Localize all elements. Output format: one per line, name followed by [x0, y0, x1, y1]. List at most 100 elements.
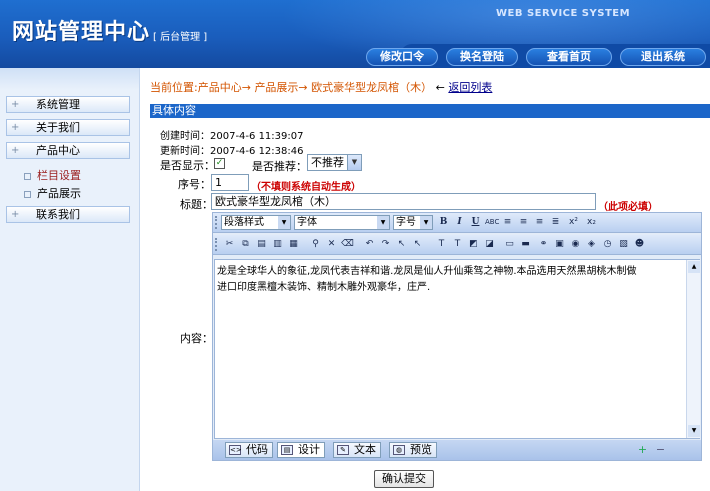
align-right-icon[interactable]: ≡: [533, 216, 546, 229]
paste-word-icon[interactable]: ▦: [287, 238, 300, 251]
copy-icon[interactable]: ⧉: [239, 238, 252, 251]
sidebar-subitem-showcase[interactable]: 产品展示: [24, 185, 81, 201]
content-label: 内容：: [180, 332, 213, 345]
service-label: WEB SERVICE SYSTEM: [496, 8, 631, 19]
delete-icon[interactable]: ✕: [325, 238, 338, 251]
align-justify-icon[interactable]: ≣: [549, 216, 562, 229]
sidebar-item-label: 系统管理: [36, 98, 80, 111]
globe-icon: ◍: [393, 445, 405, 455]
superscript-icon[interactable]: x²: [567, 216, 580, 229]
mode-text-tab[interactable]: ✎ 文本: [333, 442, 381, 458]
chevron-down-icon: ▼: [278, 216, 290, 229]
expand-icon: +: [11, 99, 20, 110]
editor-toolbar-1: 段落样式 ▼ 字体 ▼ 字号 ▼ B I U ABC ≡ ≡ ≡ ≣ x² x₂: [213, 213, 701, 233]
content-line: 进口印度黑檀木装饰、精制木雕外观豪华，庄严.: [217, 282, 431, 293]
scroll-down-icon[interactable]: ▼: [688, 425, 700, 437]
toolbar-grip-icon[interactable]: [215, 238, 218, 251]
site-title: 网站管理中心: [12, 20, 151, 45]
sidebar-header: [0, 68, 139, 90]
align-center-icon[interactable]: ≡: [517, 216, 530, 229]
header: 网站管理中心 [ 后台管理 ] WEB SERVICE SYSTEM 修改口令 …: [0, 0, 710, 68]
insert-clock-icon[interactable]: ◷: [601, 238, 614, 251]
editor-scrollbar[interactable]: ▲ ▼: [686, 260, 700, 438]
font-select[interactable]: 字体 ▼: [294, 215, 390, 230]
mode-design-tab[interactable]: ▤ 设计: [277, 442, 325, 458]
mode-code-tab[interactable]: <> 代码: [225, 442, 273, 458]
text-color-icon[interactable]: T: [435, 238, 448, 251]
expand-icon: +: [11, 122, 20, 133]
title-label: 标题：: [180, 198, 213, 211]
breadcrumb-step[interactable]: 欧式豪华型龙凤棺（木）: [311, 81, 432, 94]
insert-media-icon[interactable]: ◉: [569, 238, 582, 251]
recommend-label: 是否推荐：: [252, 160, 307, 173]
undo-icon[interactable]: ↶: [363, 238, 376, 251]
text-icon: ✎: [337, 445, 349, 455]
cut-icon[interactable]: ✂: [223, 238, 236, 251]
breadcrumb-step[interactable]: 产品展示→: [254, 81, 307, 94]
toolbar-grip-icon[interactable]: [215, 216, 218, 229]
left-arrow-icon: ←: [435, 81, 445, 94]
expand-icon: +: [11, 145, 20, 156]
top-navigation: 修改口令 换名登陆 查看首页 退出系统: [366, 48, 706, 66]
sidebar-item-label: 关于我们: [36, 121, 80, 134]
enlarge-icon[interactable]: +: [637, 444, 648, 455]
rich-text-editor: 段落样式 ▼ 字体 ▼ 字号 ▼ B I U ABC ≡ ≡ ≡ ≣ x² x₂ ✂ …: [212, 212, 702, 461]
redo-icon[interactable]: ↷: [379, 238, 392, 251]
insert-line-icon[interactable]: ▬: [519, 238, 532, 251]
sidebar-item-contact[interactable]: + 联系我们: [6, 206, 130, 223]
submit-button[interactable]: 确认提交: [374, 470, 434, 488]
title-hint: （此项必填）: [598, 202, 658, 213]
border-color-icon[interactable]: ◪: [483, 238, 496, 251]
code-icon: <>: [229, 445, 242, 455]
find-icon[interactable]: ⚲: [309, 238, 322, 251]
paste-icon[interactable]: ▤: [255, 238, 268, 251]
shrink-icon[interactable]: −: [655, 444, 666, 455]
editor-content-area[interactable]: 龙是全球华人的象征,龙凤代表吉祥和谐.龙凤是仙人升仙乘驾之神物.本品选用天然黑胡…: [214, 259, 700, 439]
unselect-icon[interactable]: ↖: [411, 238, 424, 251]
editor-mode-bar: <> 代码 ▤ 设计 ✎ 文本 ◍ 预览 + −: [213, 440, 701, 460]
eraser-icon[interactable]: ⌫: [341, 238, 354, 251]
switch-login-button[interactable]: 换名登陆: [446, 48, 518, 66]
breadcrumb: 当前位置:产品中心→ 产品展示→ 欧式豪华型龙凤棺（木） ← 返回列表: [150, 79, 492, 95]
insert-emoticon-icon[interactable]: ☻: [633, 238, 646, 251]
paragraph-style-select[interactable]: 段落样式 ▼: [221, 215, 291, 230]
back-to-list-link[interactable]: 返回列表: [448, 81, 492, 94]
italic-icon[interactable]: I: [453, 216, 466, 229]
subitem-box-icon: [24, 190, 31, 198]
fill-color-icon[interactable]: ◩: [467, 238, 480, 251]
recommend-select[interactable]: 不推荐 ▼: [307, 154, 362, 171]
change-password-button[interactable]: 修改口令: [366, 48, 438, 66]
show-checkbox[interactable]: ✓: [214, 158, 225, 169]
insert-link-icon[interactable]: ⚭: [537, 238, 550, 251]
bg-color-icon[interactable]: T: [451, 238, 464, 251]
sidebar-item-system[interactable]: + 系统管理: [6, 96, 130, 113]
order-input[interactable]: 1: [211, 174, 249, 191]
strikethrough-icon[interactable]: ABC: [485, 216, 499, 229]
paste-text-icon[interactable]: ▥: [271, 238, 284, 251]
sidebar-subitem-category[interactable]: 栏目设置: [24, 167, 81, 183]
sidebar-item-label: 产品中心: [36, 144, 80, 157]
bold-icon[interactable]: B: [437, 216, 450, 229]
sidebar-item-about[interactable]: + 关于我们: [6, 119, 130, 136]
logout-button[interactable]: 退出系统: [620, 48, 706, 66]
design-icon: ▤: [281, 445, 293, 455]
align-left-icon[interactable]: ≡: [501, 216, 514, 229]
insert-flash-icon[interactable]: ◈: [585, 238, 598, 251]
editor-toolbar-2: ✂ ⧉ ▤ ▥ ▦ ⚲ ✕ ⌫ ↶ ↷ ↖ ↖ T T ◩ ◪ ▭ ▬ ⚭ ▣ …: [213, 235, 701, 255]
select-all-icon[interactable]: ↖: [395, 238, 408, 251]
title-input[interactable]: 欧式豪华型龙凤棺（木）: [211, 193, 596, 210]
insert-image-icon[interactable]: ▣: [553, 238, 566, 251]
subscript-icon[interactable]: x₂: [585, 216, 598, 229]
insert-special-icon[interactable]: ▧: [617, 238, 630, 251]
sidebar-item-products[interactable]: + 产品中心: [6, 142, 130, 159]
chevron-down-icon: ▼: [347, 155, 361, 170]
order-hint: （不填则系统自动生成）: [251, 182, 361, 193]
underline-icon[interactable]: U: [469, 216, 482, 229]
view-homepage-button[interactable]: 查看首页: [526, 48, 612, 66]
scroll-up-icon[interactable]: ▲: [688, 261, 700, 273]
font-size-select[interactable]: 字号 ▼: [393, 215, 433, 230]
insert-table-icon[interactable]: ▭: [503, 238, 516, 251]
breadcrumb-current: 当前位置:产品中心→: [150, 81, 251, 94]
mode-preview-tab[interactable]: ◍ 预览: [389, 442, 437, 458]
created-time-value: 2007-4-6 11:39:07: [210, 131, 304, 142]
